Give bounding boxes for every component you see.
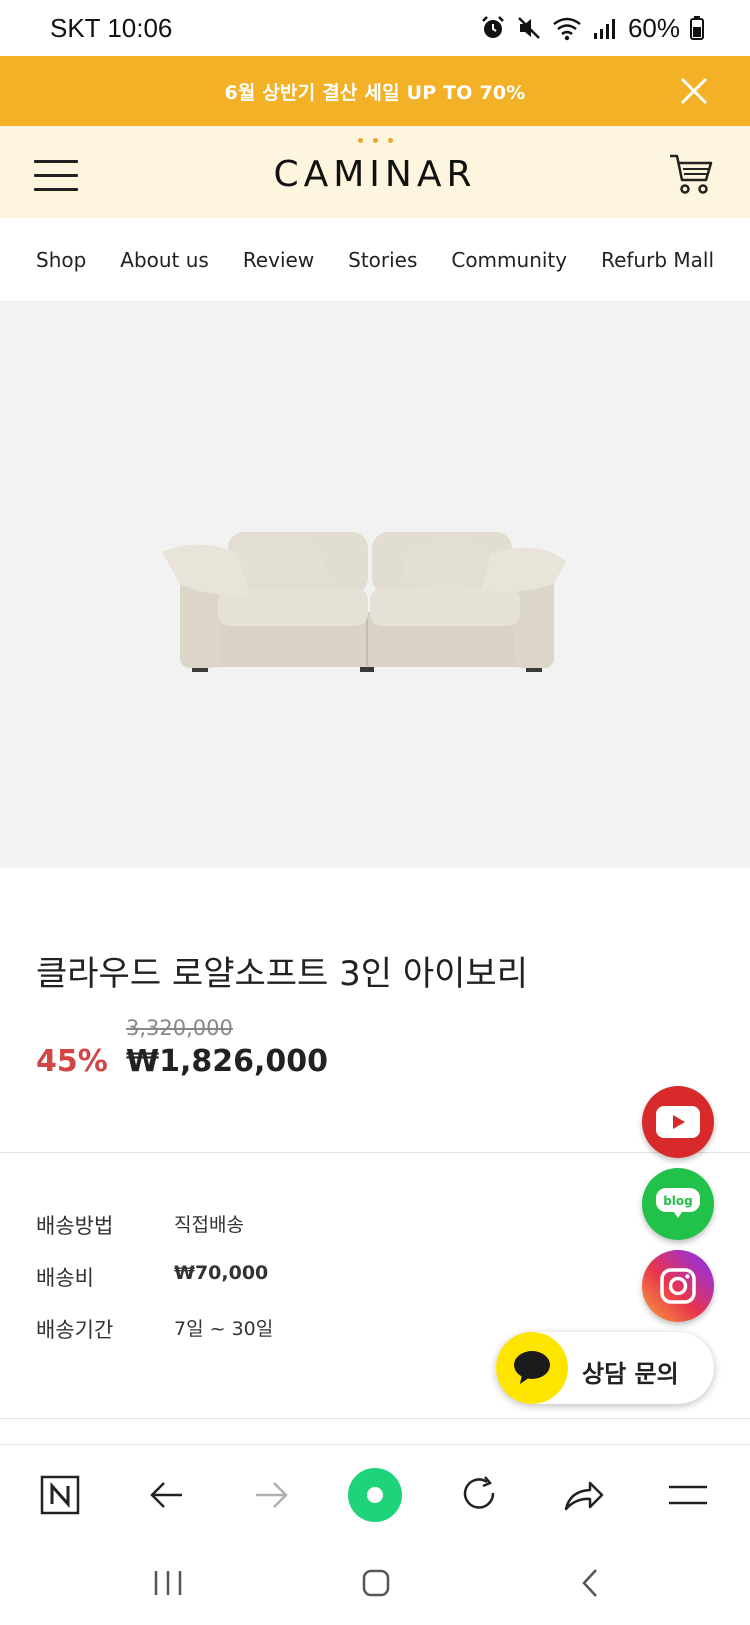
nav-item-shop[interactable]: Shop — [36, 248, 86, 272]
product-title: 클라우드 로얄소프트 3인 아이보리 — [36, 954, 528, 994]
shipping-fee-label: 배송비 — [36, 1266, 94, 1290]
alarm-icon — [482, 16, 504, 38]
arrow-right-icon — [256, 1482, 288, 1508]
blog-label: blog — [663, 1194, 693, 1208]
blog-button[interactable]: blog — [642, 1168, 714, 1240]
shipping-fee-row: 배송비 ₩70,000 — [36, 1262, 268, 1292]
nav-item-community[interactable]: Community — [451, 248, 567, 272]
battery-icon — [690, 16, 704, 40]
forward-button[interactable] — [244, 1467, 300, 1523]
back-button[interactable] — [138, 1467, 194, 1523]
browser-toolbar — [0, 1444, 750, 1544]
arrow-left-icon — [150, 1482, 182, 1508]
shipping-method-value: 직접배송 — [174, 1214, 244, 1236]
home-icon — [362, 1569, 390, 1597]
refresh-button[interactable] — [452, 1467, 508, 1523]
shipping-period-label: 배송기간 — [36, 1318, 114, 1342]
youtube-icon — [656, 1106, 700, 1138]
nav-item-refurb-mall[interactable]: Refurb Mall — [601, 248, 714, 272]
logo-dots — [0, 138, 750, 148]
menu-button[interactable] — [660, 1467, 716, 1523]
youtube-button[interactable] — [642, 1086, 714, 1158]
mute-icon — [518, 17, 540, 39]
instagram-icon — [660, 1268, 696, 1304]
recent-apps-button[interactable] — [138, 1558, 198, 1608]
signal-icon — [593, 19, 615, 39]
battery-percent: 60% — [627, 12, 680, 43]
sofa-illustration — [162, 532, 566, 672]
recent-apps-icon — [154, 1571, 182, 1595]
naver-n-icon — [40, 1475, 80, 1515]
shipping-method-label: 배송방법 — [36, 1214, 114, 1238]
wifi-icon — [553, 17, 581, 41]
main-nav: Shop About us Review Stories Community R… — [0, 218, 750, 302]
chevron-left-icon — [582, 1569, 597, 1597]
chat-icon-circle — [496, 1332, 568, 1404]
cart-icon[interactable] — [668, 152, 714, 196]
share-button[interactable] — [556, 1467, 612, 1523]
divider — [0, 1418, 750, 1419]
status-bar: SKT 10:06 60% — [0, 0, 750, 56]
sale-price: ₩1,826,000 — [126, 1044, 329, 1079]
shipping-fee-value: ₩70,000 — [174, 1262, 269, 1284]
logo[interactable]: CAMINAR — [0, 138, 750, 195]
promo-banner[interactable]: 6월 상반기 결산 세일 UP TO 70% — [0, 56, 750, 126]
product-image[interactable] — [0, 302, 750, 868]
naver-home-button[interactable] — [32, 1467, 88, 1523]
promo-text: 6월 상반기 결산 세일 UP TO 70% — [224, 81, 526, 104]
divider — [0, 1152, 750, 1153]
status-icons: 60% — [480, 13, 704, 44]
nav-item-about-us[interactable]: About us — [120, 248, 209, 272]
kakao-chat-icon — [514, 1351, 550, 1384]
shipping-period-value: 7일 ~ 30일 — [174, 1318, 274, 1340]
close-icon[interactable] — [678, 75, 710, 107]
logo-text: CAMINAR — [273, 154, 477, 195]
consultation-button[interactable]: 상담 문의 — [496, 1332, 714, 1404]
instagram-button[interactable] — [642, 1250, 714, 1322]
home-button[interactable] — [346, 1558, 406, 1608]
consultation-label: 상담 문의 — [582, 1360, 679, 1388]
green-dot-icon — [348, 1468, 402, 1522]
nav-item-review[interactable]: Review — [243, 248, 314, 272]
shipping-period-row: 배송기간 7일 ~ 30일 — [36, 1314, 273, 1344]
original-price: 3,320,000 — [126, 1016, 233, 1040]
system-nav-bar — [0, 1544, 750, 1625]
site-header: CAMINAR — [0, 126, 750, 218]
nav-item-stories[interactable]: Stories — [348, 248, 417, 272]
green-home-button[interactable] — [347, 1467, 403, 1523]
discount-rate: 45% — [36, 1044, 108, 1079]
share-icon — [564, 1481, 604, 1511]
refresh-icon — [463, 1476, 495, 1509]
menu-icon — [669, 1485, 707, 1505]
status-carrier-time: SKT 10:06 — [50, 12, 173, 43]
shipping-method-row: 배송방법 직접배송 — [36, 1210, 244, 1240]
system-back-button[interactable] — [560, 1558, 620, 1608]
blog-icon: blog — [656, 1188, 700, 1218]
